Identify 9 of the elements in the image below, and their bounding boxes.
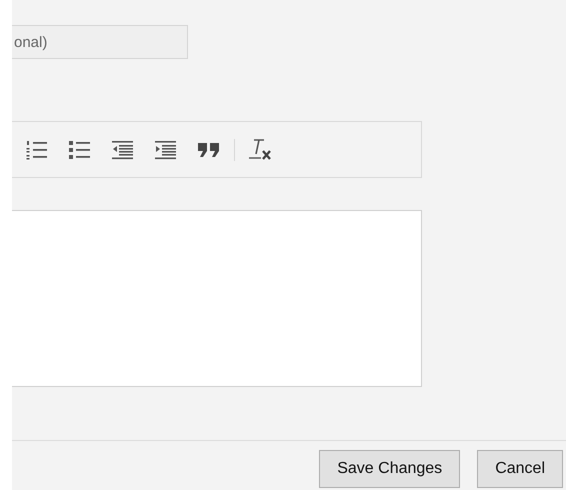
indent-icon[interactable] (155, 140, 177, 160)
blockquote-icon[interactable] (198, 142, 220, 156)
save-button[interactable]: Save Changes (319, 450, 460, 488)
remove-format-icon[interactable] (249, 138, 273, 160)
outdent-icon[interactable] (112, 140, 134, 160)
cancel-button[interactable]: Cancel (477, 450, 563, 488)
numbered-list-icon[interactable] (26, 140, 48, 160)
text-field[interactable]: onal) (12, 25, 188, 59)
bullet-list-icon[interactable] (69, 140, 91, 160)
